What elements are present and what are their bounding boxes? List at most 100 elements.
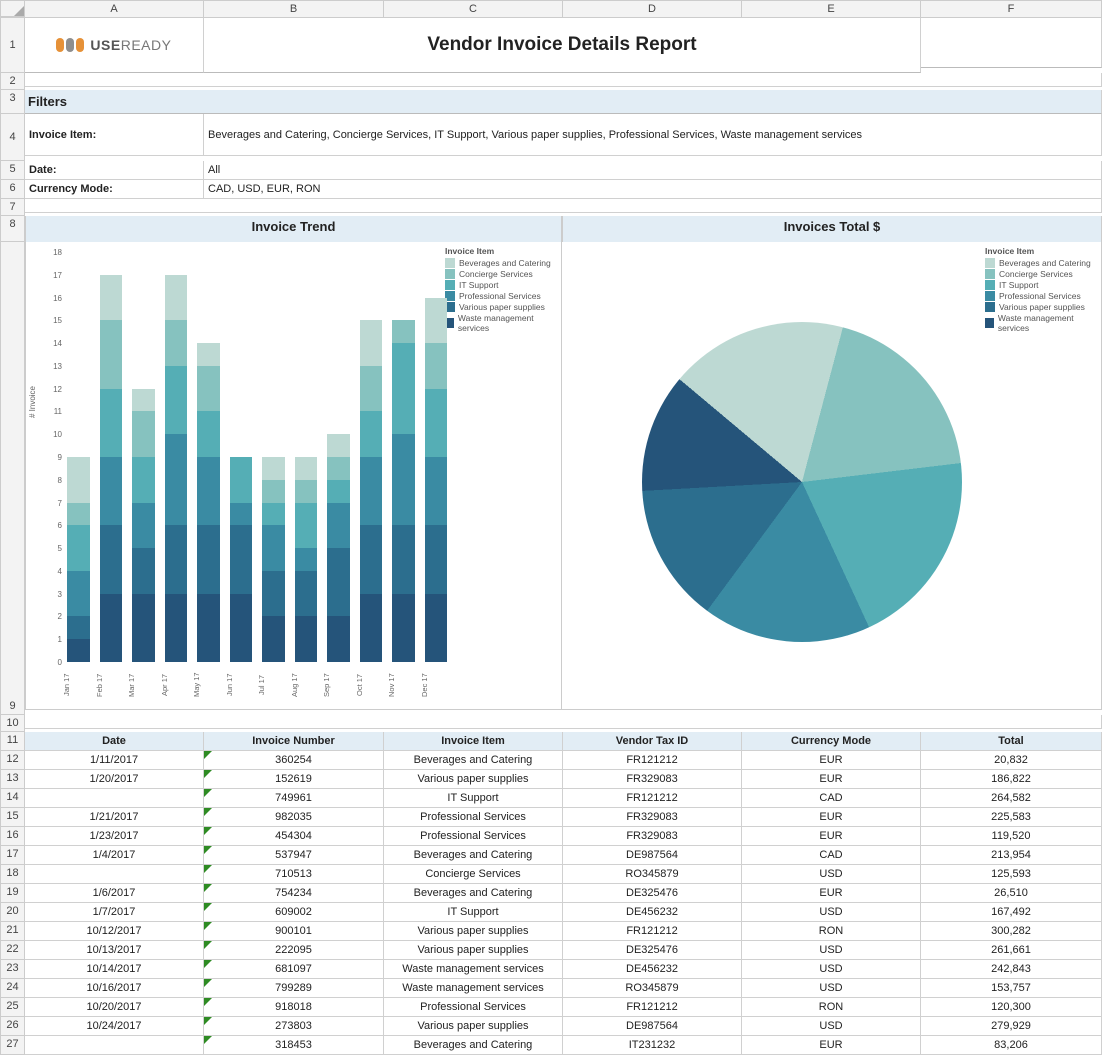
cell-vendor-tax-id[interactable]: DE325476	[563, 884, 742, 903]
cell-vendor-tax-id[interactable]: DE325476	[563, 941, 742, 960]
row-header-8[interactable]: 8	[1, 216, 25, 242]
cell-total[interactable]: 83,206	[921, 1036, 1102, 1055]
cell-vendor-tax-id[interactable]: RO345879	[563, 865, 742, 884]
cell-date[interactable]: 1/6/2017	[25, 884, 204, 903]
row-header[interactable]: 17	[1, 846, 25, 865]
cell-currency-mode[interactable]: EUR	[742, 770, 921, 789]
cell-invoice-item[interactable]: Waste management services	[384, 960, 563, 979]
cell-invoice-number[interactable]: 749961	[204, 789, 384, 808]
row-header[interactable]: 23	[1, 960, 25, 979]
col-header-D[interactable]: D	[563, 1, 742, 17]
cell-currency-mode[interactable]: USD	[742, 979, 921, 998]
cell-currency-mode[interactable]: EUR	[742, 1036, 921, 1055]
th-total[interactable]: Total	[921, 732, 1102, 751]
cell-vendor-tax-id[interactable]: FR121212	[563, 998, 742, 1017]
row-header[interactable]: 24	[1, 979, 25, 998]
cell-invoice-number[interactable]: 918018	[204, 998, 384, 1017]
cell-invoice-number[interactable]: 454304	[204, 827, 384, 846]
th-date[interactable]: Date	[25, 732, 204, 751]
cell-date[interactable]: 1/4/2017	[25, 846, 204, 865]
cell-total[interactable]: 26,510	[921, 884, 1102, 903]
cell-date[interactable]: 10/12/2017	[25, 922, 204, 941]
cell-total[interactable]: 261,661	[921, 941, 1102, 960]
cell-currency-mode[interactable]: RON	[742, 922, 921, 941]
cell-invoice-item[interactable]: Beverages and Catering	[384, 1036, 563, 1055]
cell-date[interactable]	[25, 789, 204, 808]
cell-vendor-tax-id[interactable]: FR329083	[563, 770, 742, 789]
cell-invoice-item[interactable]: Various paper supplies	[384, 941, 563, 960]
cell-vendor-tax-id[interactable]: RO345879	[563, 979, 742, 998]
row-header[interactable]: 16	[1, 827, 25, 846]
cell-date[interactable]: 1/21/2017	[25, 808, 204, 827]
cell-date[interactable]: 10/13/2017	[25, 941, 204, 960]
th-vendor-tax-id[interactable]: Vendor Tax ID	[563, 732, 742, 751]
row-header-1[interactable]: 1	[1, 18, 25, 73]
cell-vendor-tax-id[interactable]: FR121212	[563, 751, 742, 770]
cell-currency-mode[interactable]: CAD	[742, 846, 921, 865]
row-header[interactable]: 22	[1, 941, 25, 960]
cell-invoice-number[interactable]: 799289	[204, 979, 384, 998]
cell-invoice-item[interactable]: Beverages and Catering	[384, 884, 563, 903]
cell-vendor-tax-id[interactable]: DE456232	[563, 960, 742, 979]
cell-invoice-number[interactable]: 710513	[204, 865, 384, 884]
cell-invoice-number[interactable]: 273803	[204, 1017, 384, 1036]
cell-invoice-number[interactable]: 900101	[204, 922, 384, 941]
row-header[interactable]: 14	[1, 789, 25, 808]
cell-invoice-number[interactable]: 152619	[204, 770, 384, 789]
cell-date[interactable]	[25, 1036, 204, 1055]
cell-vendor-tax-id[interactable]: DE987564	[563, 1017, 742, 1036]
cell-total[interactable]: 120,300	[921, 998, 1102, 1017]
col-header-C[interactable]: C	[384, 1, 563, 17]
row-header[interactable]: 20	[1, 903, 25, 922]
row-header-10[interactable]: 10	[1, 715, 25, 732]
cell-invoice-item[interactable]: Professional Services	[384, 998, 563, 1017]
cell-currency-mode[interactable]: USD	[742, 960, 921, 979]
row-header[interactable]: 13	[1, 770, 25, 789]
cell-invoice-item[interactable]: Various paper supplies	[384, 922, 563, 941]
cell-invoice-item[interactable]: IT Support	[384, 903, 563, 922]
cell-date[interactable]: 10/24/2017	[25, 1017, 204, 1036]
cell-invoice-item[interactable]: Various paper supplies	[384, 770, 563, 789]
row-header[interactable]: 12	[1, 751, 25, 770]
col-header-F[interactable]: F	[921, 1, 1102, 17]
th-invoice-item[interactable]: Invoice Item	[384, 732, 563, 751]
row-header-3[interactable]: 3	[1, 90, 25, 114]
cell-currency-mode[interactable]: CAD	[742, 789, 921, 808]
cell-currency-mode[interactable]: EUR	[742, 751, 921, 770]
row-header-2[interactable]: 2	[1, 73, 25, 90]
cell-vendor-tax-id[interactable]: FR329083	[563, 808, 742, 827]
cell-vendor-tax-id[interactable]: FR121212	[563, 922, 742, 941]
cell-invoice-item[interactable]: Beverages and Catering	[384, 751, 563, 770]
row-header[interactable]: 27	[1, 1036, 25, 1055]
cell-invoice-number[interactable]: 754234	[204, 884, 384, 903]
row-header[interactable]: 18	[1, 865, 25, 884]
cell-total[interactable]: 300,282	[921, 922, 1102, 941]
th-invoice-number[interactable]: Invoice Number	[204, 732, 384, 751]
cell-total[interactable]: 225,583	[921, 808, 1102, 827]
cell-invoice-number[interactable]: 609002	[204, 903, 384, 922]
cell-invoice-number[interactable]: 222095	[204, 941, 384, 960]
filter-value-currency[interactable]: CAD, USD, EUR, RON	[204, 180, 1102, 199]
cell-date[interactable]: 1/11/2017	[25, 751, 204, 770]
cell-vendor-tax-id[interactable]: DE987564	[563, 846, 742, 865]
cell-invoice-number[interactable]: 537947	[204, 846, 384, 865]
row-header-4[interactable]: 4	[1, 114, 25, 161]
cell-currency-mode[interactable]: USD	[742, 865, 921, 884]
cell-total[interactable]: 167,492	[921, 903, 1102, 922]
cell-total[interactable]: 186,822	[921, 770, 1102, 789]
cell-currency-mode[interactable]: USD	[742, 1017, 921, 1036]
row-header-5[interactable]: 5	[1, 161, 25, 180]
row-header[interactable]: 21	[1, 922, 25, 941]
row-header-11[interactable]: 11	[1, 732, 25, 751]
cell-currency-mode[interactable]: USD	[742, 903, 921, 922]
cell-invoice-item[interactable]: Concierge Services	[384, 865, 563, 884]
cell-date[interactable]: 1/20/2017	[25, 770, 204, 789]
cell-vendor-tax-id[interactable]: DE456232	[563, 903, 742, 922]
cell-invoice-number[interactable]: 681097	[204, 960, 384, 979]
col-header-B[interactable]: B	[204, 1, 384, 17]
cell-currency-mode[interactable]: EUR	[742, 827, 921, 846]
filter-value-date[interactable]: All	[204, 161, 1102, 180]
cell-invoice-number[interactable]: 360254	[204, 751, 384, 770]
cell-currency-mode[interactable]: EUR	[742, 884, 921, 903]
cell-total[interactable]: 279,929	[921, 1017, 1102, 1036]
